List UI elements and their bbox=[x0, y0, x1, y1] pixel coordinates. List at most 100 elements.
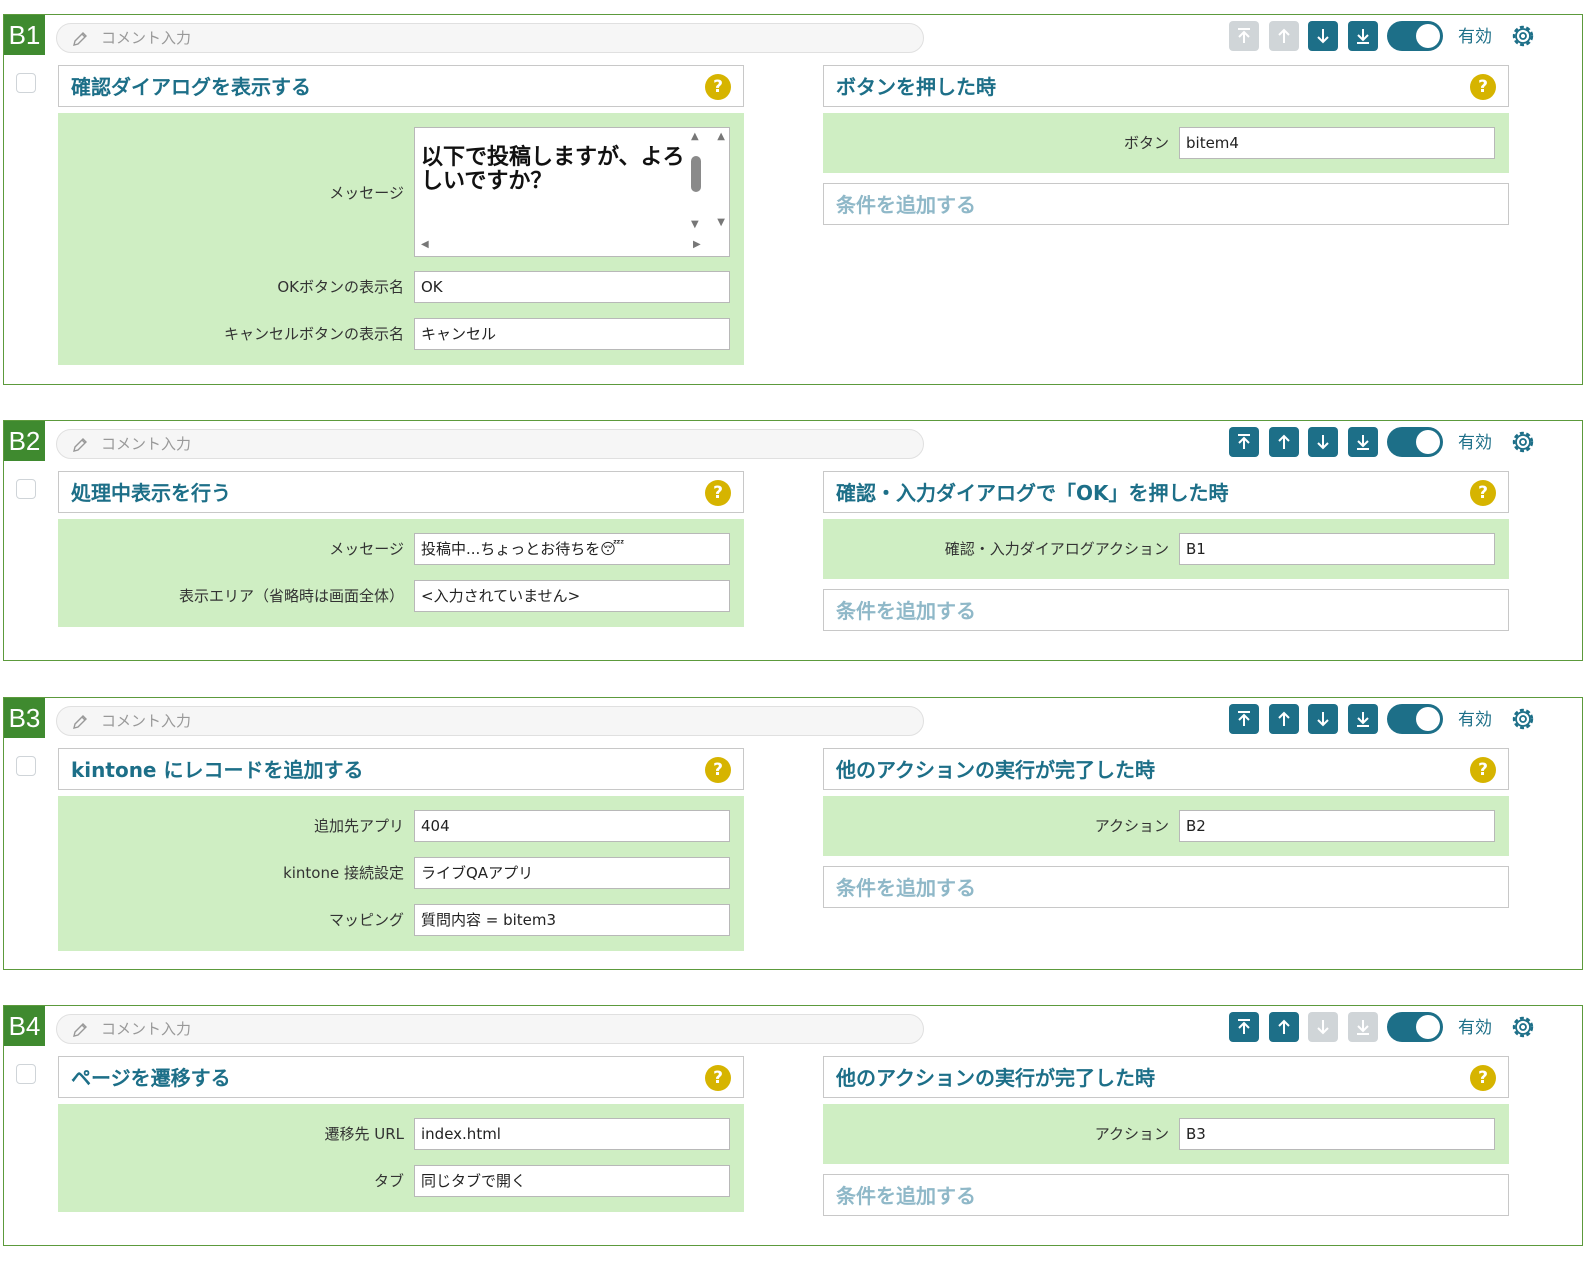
move-bottom-icon bbox=[1357, 435, 1369, 450]
move-bottom-button[interactable] bbox=[1348, 427, 1378, 457]
trigger-panel: 他のアクションの実行が完了した時 ? アクション B3 条件を追加する bbox=[823, 1056, 1509, 1226]
help-icon[interactable]: ? bbox=[705, 74, 731, 100]
help-icon[interactable]: ? bbox=[705, 480, 731, 506]
mapping-input[interactable]: 質問内容 = bitem3 bbox=[414, 904, 730, 936]
action-input[interactable]: B2 bbox=[1179, 810, 1495, 842]
enabled-toggle[interactable] bbox=[1387, 21, 1443, 51]
connection-input[interactable]: ライブQAアプリ bbox=[414, 857, 730, 889]
move-top-button[interactable] bbox=[1229, 704, 1259, 734]
dialog-action-row: 確認・入力ダイアログアクション B1 bbox=[823, 533, 1509, 565]
scroll-up-icon: ▲ bbox=[691, 131, 699, 142]
move-top-button[interactable] bbox=[1229, 21, 1259, 51]
move-down-button[interactable] bbox=[1308, 1012, 1338, 1042]
trigger-title-bar[interactable]: 確認・入力ダイアログで「OK」を押した時 ? bbox=[823, 471, 1509, 513]
move-down-button[interactable] bbox=[1308, 427, 1338, 457]
gear-icon[interactable] bbox=[1507, 1011, 1539, 1043]
move-top-button[interactable] bbox=[1229, 1012, 1259, 1042]
add-condition-label: 条件を追加する bbox=[836, 1184, 976, 1208]
action-title-bar[interactable]: 確認ダイアログを表示する ? bbox=[58, 65, 744, 107]
move-up-button[interactable] bbox=[1269, 704, 1299, 734]
gear-icon[interactable] bbox=[1507, 703, 1539, 735]
comment-input[interactable] bbox=[101, 1015, 901, 1043]
enabled-toggle[interactable] bbox=[1387, 1012, 1443, 1042]
move-bottom-icon bbox=[1357, 712, 1369, 727]
trigger-panel: ボタンを押した時 ? ボタン bitem4 条件を追加する bbox=[823, 65, 1509, 235]
comment-field[interactable] bbox=[56, 23, 924, 53]
enabled-toggle[interactable] bbox=[1387, 704, 1443, 734]
move-up-button[interactable] bbox=[1269, 21, 1299, 51]
help-icon[interactable]: ? bbox=[705, 1065, 731, 1091]
comment-field[interactable] bbox=[56, 706, 924, 736]
move-down-button[interactable] bbox=[1308, 21, 1338, 51]
action-title-bar[interactable]: 処理中表示を行う ? bbox=[58, 471, 744, 513]
move-bottom-button[interactable] bbox=[1348, 1012, 1378, 1042]
help-icon[interactable]: ? bbox=[1470, 480, 1496, 506]
help-icon[interactable]: ? bbox=[1470, 1065, 1496, 1091]
move-bottom-button[interactable] bbox=[1348, 704, 1378, 734]
action-row: アクション B2 bbox=[823, 810, 1509, 842]
target-app-row: 追加先アプリ 404 bbox=[58, 810, 744, 842]
gear-icon[interactable] bbox=[1507, 426, 1539, 458]
action-block-b2: B2 有効 処理中表示を行う ? メッセージ 投稿中...ちょっとお待ちを😴 表… bbox=[3, 420, 1583, 661]
scroll-thumb[interactable] bbox=[691, 156, 701, 192]
action-block-b4: B4 有効 ページを遷移する ? 遷移先 URL index.html タブ 同… bbox=[3, 1005, 1583, 1246]
field-label: アクション bbox=[1094, 817, 1169, 835]
block-checkbox[interactable] bbox=[16, 756, 36, 776]
comment-input[interactable] bbox=[101, 707, 901, 735]
trigger-title-bar[interactable]: 他のアクションの実行が完了した時 ? bbox=[823, 748, 1509, 790]
gear-icon[interactable] bbox=[1507, 20, 1539, 52]
dialog-action-input[interactable]: B1 bbox=[1179, 533, 1495, 565]
enabled-label: 有効 bbox=[1458, 1018, 1492, 1038]
help-icon[interactable]: ? bbox=[1470, 757, 1496, 783]
ok-label-input[interactable]: OK bbox=[414, 271, 730, 303]
action-panel: 確認ダイアログを表示する ? メッセージ 以下で投稿しますが、よろしいですか？ … bbox=[58, 65, 744, 365]
scroll-left-icon[interactable]: ◀ bbox=[421, 240, 429, 250]
action-title-bar[interactable]: ページを遷移する ? bbox=[58, 1056, 744, 1098]
block-id: B3 bbox=[4, 698, 45, 738]
enabled-label: 有効 bbox=[1458, 27, 1492, 47]
move-up-button[interactable] bbox=[1269, 427, 1299, 457]
scroll-down-outer-icon[interactable]: ▼ bbox=[717, 218, 725, 228]
add-condition-label: 条件を追加する bbox=[836, 193, 976, 217]
tab-select[interactable]: 同じタブで開く bbox=[414, 1165, 730, 1197]
pencil-icon bbox=[73, 715, 87, 729]
target-app-input[interactable]: 404 bbox=[414, 810, 730, 842]
message-input[interactable]: 投稿中...ちょっとお待ちを😴 bbox=[414, 533, 730, 565]
message-textarea[interactable]: 以下で投稿しますが、よろしいですか？ ▲ ▼ ▲ ▼ ◀ ▶ bbox=[414, 127, 730, 257]
field-label: 確認・入力ダイアログアクション bbox=[944, 540, 1169, 558]
help-icon[interactable]: ? bbox=[705, 757, 731, 783]
scrollbar-inner[interactable]: ▲ ▼ bbox=[691, 132, 701, 242]
button-input[interactable]: bitem4 bbox=[1179, 127, 1495, 159]
arrow-up-icon bbox=[1278, 711, 1290, 726]
action-input[interactable]: B3 bbox=[1179, 1118, 1495, 1150]
display-area-input[interactable]: <入力されていません> bbox=[414, 580, 730, 612]
enabled-toggle[interactable] bbox=[1387, 427, 1443, 457]
move-down-button[interactable] bbox=[1308, 704, 1338, 734]
add-condition-button[interactable]: 条件を追加する bbox=[823, 589, 1509, 631]
move-up-button[interactable] bbox=[1269, 1012, 1299, 1042]
comment-input[interactable] bbox=[101, 430, 901, 458]
field-label: マッピング bbox=[328, 911, 404, 929]
comment-input[interactable] bbox=[101, 24, 901, 52]
comment-field[interactable] bbox=[56, 429, 924, 459]
action-title-bar[interactable]: kintone にレコードを追加する ? bbox=[58, 748, 744, 790]
action-settings: メッセージ 以下で投稿しますが、よろしいですか？ ▲ ▼ ▲ ▼ ◀ ▶ OKボ… bbox=[58, 113, 744, 365]
cancel-label-input[interactable]: キャンセル bbox=[414, 318, 730, 350]
block-checkbox[interactable] bbox=[16, 1064, 36, 1084]
move-top-icon bbox=[1238, 1019, 1250, 1034]
block-checkbox[interactable] bbox=[16, 73, 36, 93]
add-condition-button[interactable]: 条件を追加する bbox=[823, 183, 1509, 225]
move-top-button[interactable] bbox=[1229, 427, 1259, 457]
action-settings: 追加先アプリ 404 kintone 接続設定 ライブQAアプリ マッピング 質… bbox=[58, 796, 744, 951]
url-input[interactable]: index.html bbox=[414, 1118, 730, 1150]
scroll-up-outer-icon[interactable]: ▲ bbox=[717, 132, 725, 142]
add-condition-button[interactable]: 条件を追加する bbox=[823, 866, 1509, 908]
comment-field[interactable] bbox=[56, 1014, 924, 1044]
scroll-right-icon[interactable]: ▶ bbox=[693, 240, 701, 250]
add-condition-button[interactable]: 条件を追加する bbox=[823, 1174, 1509, 1216]
trigger-title-bar[interactable]: ボタンを押した時 ? bbox=[823, 65, 1509, 107]
block-checkbox[interactable] bbox=[16, 479, 36, 499]
help-icon[interactable]: ? bbox=[1470, 74, 1496, 100]
trigger-title-bar[interactable]: 他のアクションの実行が完了した時 ? bbox=[823, 1056, 1509, 1098]
move-bottom-button[interactable] bbox=[1348, 21, 1378, 51]
